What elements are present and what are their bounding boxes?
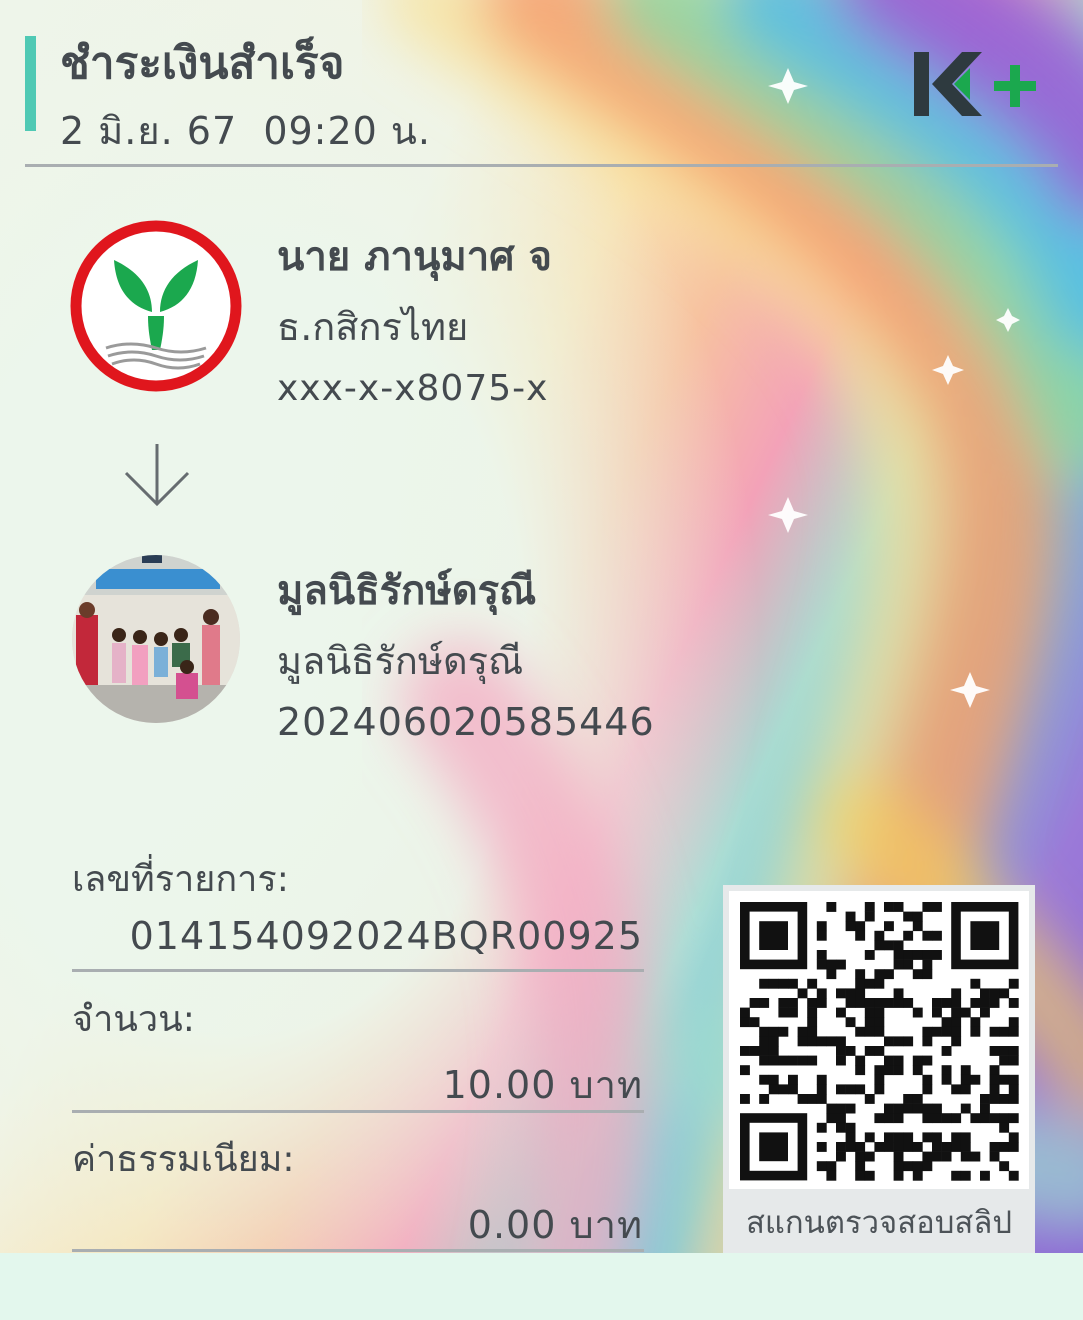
sender-bank: ธ.กสิกรไทย xyxy=(277,305,469,349)
page-title: ชำระเงินสำเร็จ xyxy=(60,38,345,89)
receiver-avatar xyxy=(72,555,240,723)
divider xyxy=(72,1110,644,1113)
footer-bar xyxy=(0,1253,1083,1320)
sender-name: นาย ภานุมาศ จ xyxy=(277,234,552,280)
fee-value: 0.00 บาท xyxy=(467,1203,643,1247)
transaction-id-value: 014154092024BQR00925 xyxy=(129,914,643,958)
divider xyxy=(72,1249,644,1252)
transaction-id-label: เลขที่รายการ: xyxy=(72,859,289,900)
k-plus-logo-icon xyxy=(914,52,1036,116)
children-group-photo-icon xyxy=(72,555,240,723)
arrow-down-icon xyxy=(124,444,190,507)
transaction-datetime: 2 มิ.ย. 67 09:20 น. xyxy=(60,109,431,153)
header-divider xyxy=(25,164,1058,167)
amount-value: 10.00 บาท xyxy=(442,1063,643,1107)
sender-account: xxx-x-x8075-x xyxy=(277,368,549,409)
fee-label: ค่าธรรมเนียม: xyxy=(72,1139,295,1180)
kasikorn-bank-logo-icon xyxy=(70,220,242,392)
payment-slip: ชำระเงินสำเร็จ 2 มิ.ย. 67 09:20 น. นาย ภ… xyxy=(0,0,1083,1320)
receiver-display-name: มูลนิธิรักษ์ดรุณี xyxy=(277,639,524,683)
amount-label: จำนวน: xyxy=(72,999,195,1040)
receiver-name: มูลนิธิรักษ์ดรุณี xyxy=(277,568,537,614)
qr-caption: สแกนตรวจสอบสลิป xyxy=(745,1205,1013,1241)
verification-qr-panel[interactable]: สแกนตรวจสอบสลิป xyxy=(723,885,1035,1253)
receiver-reference: 202406020585446 xyxy=(277,700,655,744)
header-accent-bar xyxy=(25,36,36,131)
qr-code-icon[interactable] xyxy=(729,891,1029,1189)
divider xyxy=(72,969,644,972)
